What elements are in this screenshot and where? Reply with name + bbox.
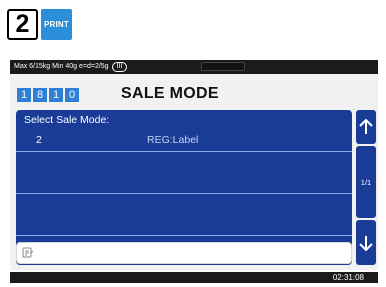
list-item-label: REG:Label <box>147 134 199 146</box>
code-digit: 8 <box>33 88 47 102</box>
page-indicator: 1/1 <box>356 146 376 218</box>
code-digit: 1 <box>49 88 63 102</box>
code-digit: 0 <box>65 88 79 102</box>
list-item[interactable]: 2 REG:Label <box>16 110 352 152</box>
mode-code-digits: 1 8 1 0 <box>17 88 79 102</box>
print-key-indicator: PRINT <box>41 9 72 40</box>
list-item[interactable] <box>16 152 352 194</box>
status-bar: 02:31:08 <box>10 272 378 283</box>
list-item-number: 2 <box>36 134 42 146</box>
scroll-down-button[interactable] <box>356 220 376 265</box>
accuracy-class-badge: III <box>111 62 128 72</box>
arrow-up-icon <box>359 119 373 134</box>
key-2-indicator: 2 <box>7 9 38 40</box>
keyboard-input-icon <box>22 247 34 258</box>
code-digit: 1 <box>17 88 31 102</box>
list-item[interactable] <box>16 194 352 236</box>
scale-spec-bar: Max 6/15kg Min 40g e=d=2/5g III <box>10 60 378 74</box>
scale-screen: Max 6/15kg Min 40g e=d=2/5g III 1 8 1 0 S… <box>10 60 378 270</box>
page-title: SALE MODE <box>121 85 219 102</box>
scroll-up-button[interactable] <box>356 110 376 144</box>
input-field[interactable] <box>16 242 352 264</box>
scale-spec: Max 6/15kg Min 40g e=d=2/5g III <box>14 60 128 74</box>
indicator-slot <box>201 62 245 71</box>
arrow-down-icon <box>359 235 373 251</box>
clock-time: 02:31:08 <box>332 273 364 282</box>
scale-spec-text: Max 6/15kg Min 40g e=d=2/5g <box>14 63 109 70</box>
